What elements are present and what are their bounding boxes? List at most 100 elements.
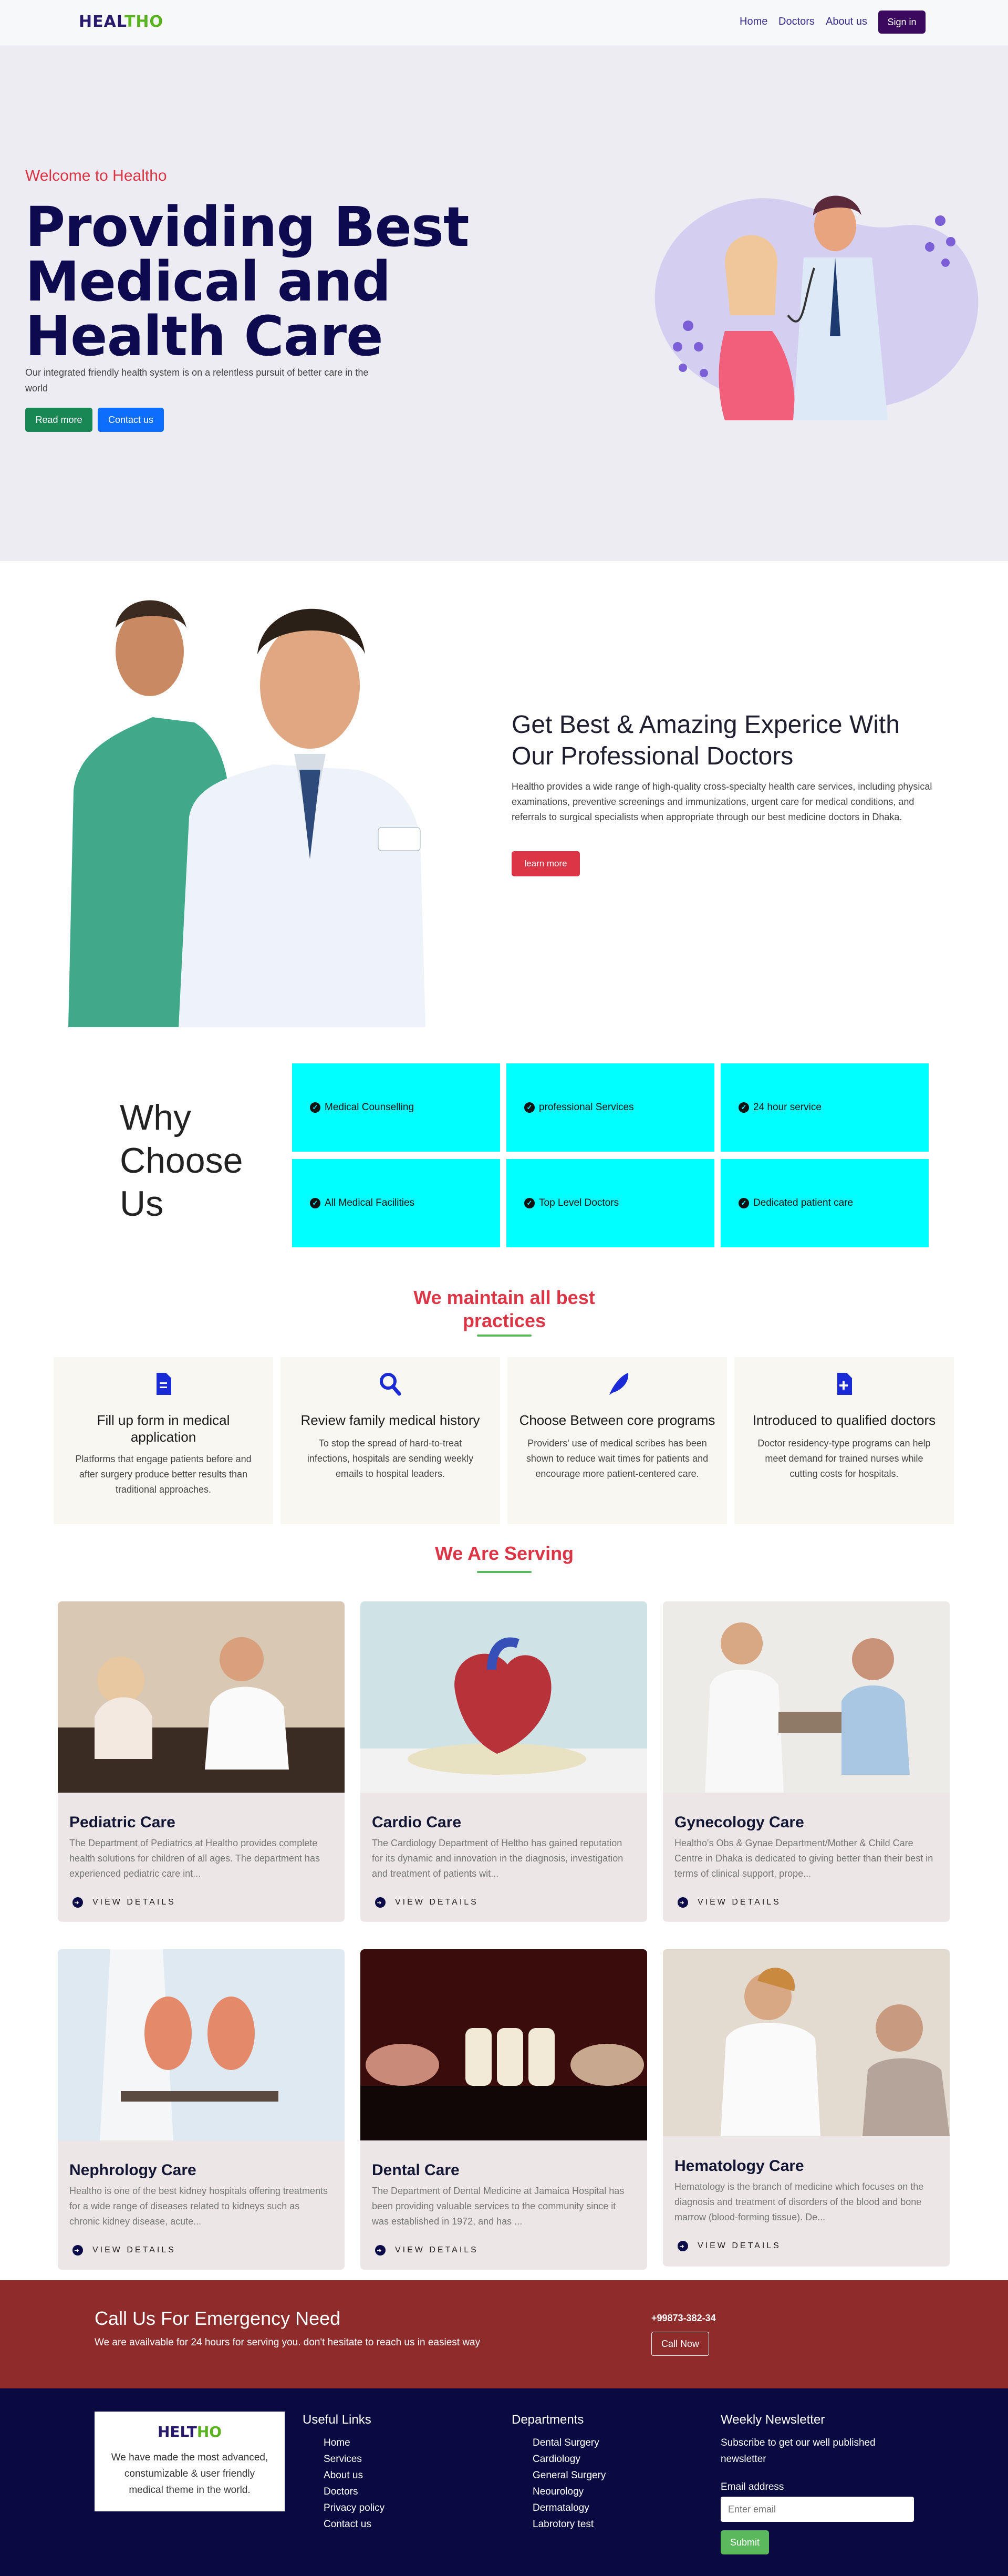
heading-underline xyxy=(477,1571,532,1573)
view-details-link[interactable]: ➜ VIEW DETAILS xyxy=(72,2245,176,2256)
service-text: The Department of Dental Medicine at Jam… xyxy=(372,2186,625,2227)
why-item-label: Dedicated patient care xyxy=(753,1197,854,1208)
emergency-title: Call Us For Emergency Need xyxy=(95,2308,341,2329)
check-icon: ✓ xyxy=(524,1102,535,1113)
serving-heading: We Are Serving xyxy=(434,1543,574,1564)
view-details-link[interactable]: ➜ VIEW DETAILS xyxy=(375,2245,479,2256)
contact-us-button[interactable]: Contact us xyxy=(98,408,164,432)
hero-welcome: Welcome to Healtho xyxy=(25,167,167,184)
service-title: Hematology Care xyxy=(674,2157,804,2175)
service-title: Nephrology Care xyxy=(69,2161,196,2179)
department-link[interactable]: Dental Surgery xyxy=(533,2435,606,2451)
department-link[interactable]: Labrotory test xyxy=(533,2516,606,2532)
signin-button[interactable]: Sign in xyxy=(878,11,926,34)
pediatric-photo xyxy=(58,1601,345,1793)
department-link[interactable]: Neourology xyxy=(533,2484,606,2500)
why-item: ✓ Dedicated patient care xyxy=(721,1159,929,1247)
footer-link[interactable]: Services xyxy=(324,2451,385,2467)
department-link[interactable]: General Surgery xyxy=(533,2467,606,2484)
footer-logo[interactable]: HELTHO xyxy=(95,2423,285,2440)
why-item-label: professional Services xyxy=(539,1102,634,1113)
footer-link[interactable]: Home xyxy=(324,2435,385,2451)
gynecology-photo xyxy=(663,1601,950,1793)
nav-home[interactable]: Home xyxy=(740,16,767,28)
why-item-label: All Medical Facilities xyxy=(325,1197,415,1208)
learn-more-button[interactable]: learn more xyxy=(512,851,580,876)
service-card[interactable]: Nephrology Care Healtho is one of the be… xyxy=(58,1949,345,2270)
email-input[interactable] xyxy=(721,2497,914,2522)
arrow-right-icon: ➜ xyxy=(375,1897,386,1908)
practice-card: Fill up form in medical application Plat… xyxy=(54,1357,273,1524)
footer-link[interactable]: Doctors xyxy=(324,2484,385,2500)
view-details-link[interactable]: ➜ VIEW DETAILS xyxy=(72,1897,176,1908)
why-item: ✓ Top Level Doctors xyxy=(506,1159,714,1247)
practice-card: Review family medical history To stop th… xyxy=(280,1357,500,1524)
service-card[interactable]: Pediatric Care The Department of Pediatr… xyxy=(58,1601,345,1922)
nav-doctors[interactable]: Doctors xyxy=(778,16,815,28)
nav-about[interactable]: About us xyxy=(826,16,867,28)
view-details-label: VIEW DETAILS xyxy=(698,2241,781,2250)
logo-part-2: HO xyxy=(196,2423,222,2440)
practice-text: Platforms that engage patients before an… xyxy=(75,1454,252,1495)
view-details-label: VIEW DETAILS xyxy=(698,1898,781,1907)
arrow-right-icon: ➜ xyxy=(678,1897,688,1908)
useful-links-list: Home Services About us Doctors Privacy p… xyxy=(324,2435,385,2532)
navbar: HEALTHO Home Doctors About us Sign in xyxy=(0,0,1008,45)
view-details-link[interactable]: ➜ VIEW DETAILS xyxy=(375,1897,479,1908)
view-details-link[interactable]: ➜ VIEW DETAILS xyxy=(678,2241,781,2251)
footer-link[interactable]: Privacy policy xyxy=(324,2500,385,2516)
view-details-link[interactable]: ➜ VIEW DETAILS xyxy=(678,1897,781,1908)
logo-part-2: THO xyxy=(124,13,164,31)
why-item: ✓ professional Services xyxy=(506,1063,714,1152)
view-details-label: VIEW DETAILS xyxy=(92,1898,176,1907)
why-item-label: Top Level Doctors xyxy=(539,1197,619,1208)
hero-text: Our integrated friendly health system is… xyxy=(25,367,369,394)
read-more-button[interactable]: Read more xyxy=(25,408,92,432)
emergency-text: We are availvable for 24 hours for servi… xyxy=(95,2337,481,2348)
practices-heading: We maintain all best practices xyxy=(413,1287,595,1331)
check-icon: ✓ xyxy=(524,1198,535,1208)
submit-button[interactable]: Submit xyxy=(721,2530,769,2554)
arrow-right-icon: ➜ xyxy=(72,1897,83,1908)
heading-underline xyxy=(477,1334,532,1337)
department-link[interactable]: Dermatalogy xyxy=(533,2500,606,2516)
call-now-button[interactable]: Call Now xyxy=(651,2332,709,2356)
service-card[interactable]: Hematology Care Hematology is the branch… xyxy=(663,1949,950,2267)
service-title: Dental Care xyxy=(372,2161,460,2179)
practice-text: To stop the spread of hard-to-treat infe… xyxy=(307,1438,474,1479)
arrow-right-icon: ➜ xyxy=(72,2245,83,2256)
practice-text: Providers' use of medical scribes has be… xyxy=(526,1438,709,1479)
practice-text: Doctor residency-type programs can help … xyxy=(757,1438,931,1479)
service-title: Cardio Care xyxy=(372,1814,462,1831)
service-card[interactable]: Gynecology Care Healtho's Obs & Gynae De… xyxy=(663,1601,950,1922)
service-card[interactable]: Cardio Care The Cardiology Department of… xyxy=(360,1601,647,1922)
practice-title: Fill up form in medical application xyxy=(97,1412,230,1445)
useful-links-title: Useful Links xyxy=(303,2413,371,2427)
about-text: Healtho provides a wide range of high-qu… xyxy=(512,781,932,822)
departments-title: Departments xyxy=(512,2413,584,2427)
view-details-label: VIEW DETAILS xyxy=(395,2246,479,2254)
footer: HELTHO We have made the most advanced, c… xyxy=(0,2388,1008,2576)
logo[interactable]: HEALTHO xyxy=(79,13,163,31)
hero-title: Providing Best Medical and Health Care xyxy=(25,195,470,368)
footer-link[interactable]: Contact us xyxy=(324,2516,385,2532)
arrow-right-icon: ➜ xyxy=(678,2241,688,2251)
why-item: ✓ All Medical Facilities xyxy=(292,1159,500,1247)
emergency-section: Call Us For Emergency Need We are availv… xyxy=(0,2280,1008,2388)
doctors-photo xyxy=(68,600,425,1027)
check-icon: ✓ xyxy=(739,1102,749,1113)
practice-title: Choose Between core programs xyxy=(519,1412,715,1428)
service-text: Hematology is the branch of medicine whi… xyxy=(674,2181,924,2222)
logo-part-1: HEAL xyxy=(79,13,124,31)
hero-doctor-illustration xyxy=(654,195,979,420)
dental-photo xyxy=(360,1949,647,2140)
newsletter-title: Weekly Newsletter xyxy=(721,2413,825,2427)
practice-title: Introduced to qualified doctors xyxy=(752,1412,936,1428)
file-icon xyxy=(157,1373,171,1395)
check-icon: ✓ xyxy=(310,1102,320,1113)
service-card[interactable]: Dental Care The Department of Dental Med… xyxy=(360,1949,647,2270)
search-icon xyxy=(380,1373,401,1396)
hematology-photo xyxy=(663,1949,950,2136)
footer-link[interactable]: About us xyxy=(324,2467,385,2484)
department-link[interactable]: Cardiology xyxy=(533,2451,606,2467)
